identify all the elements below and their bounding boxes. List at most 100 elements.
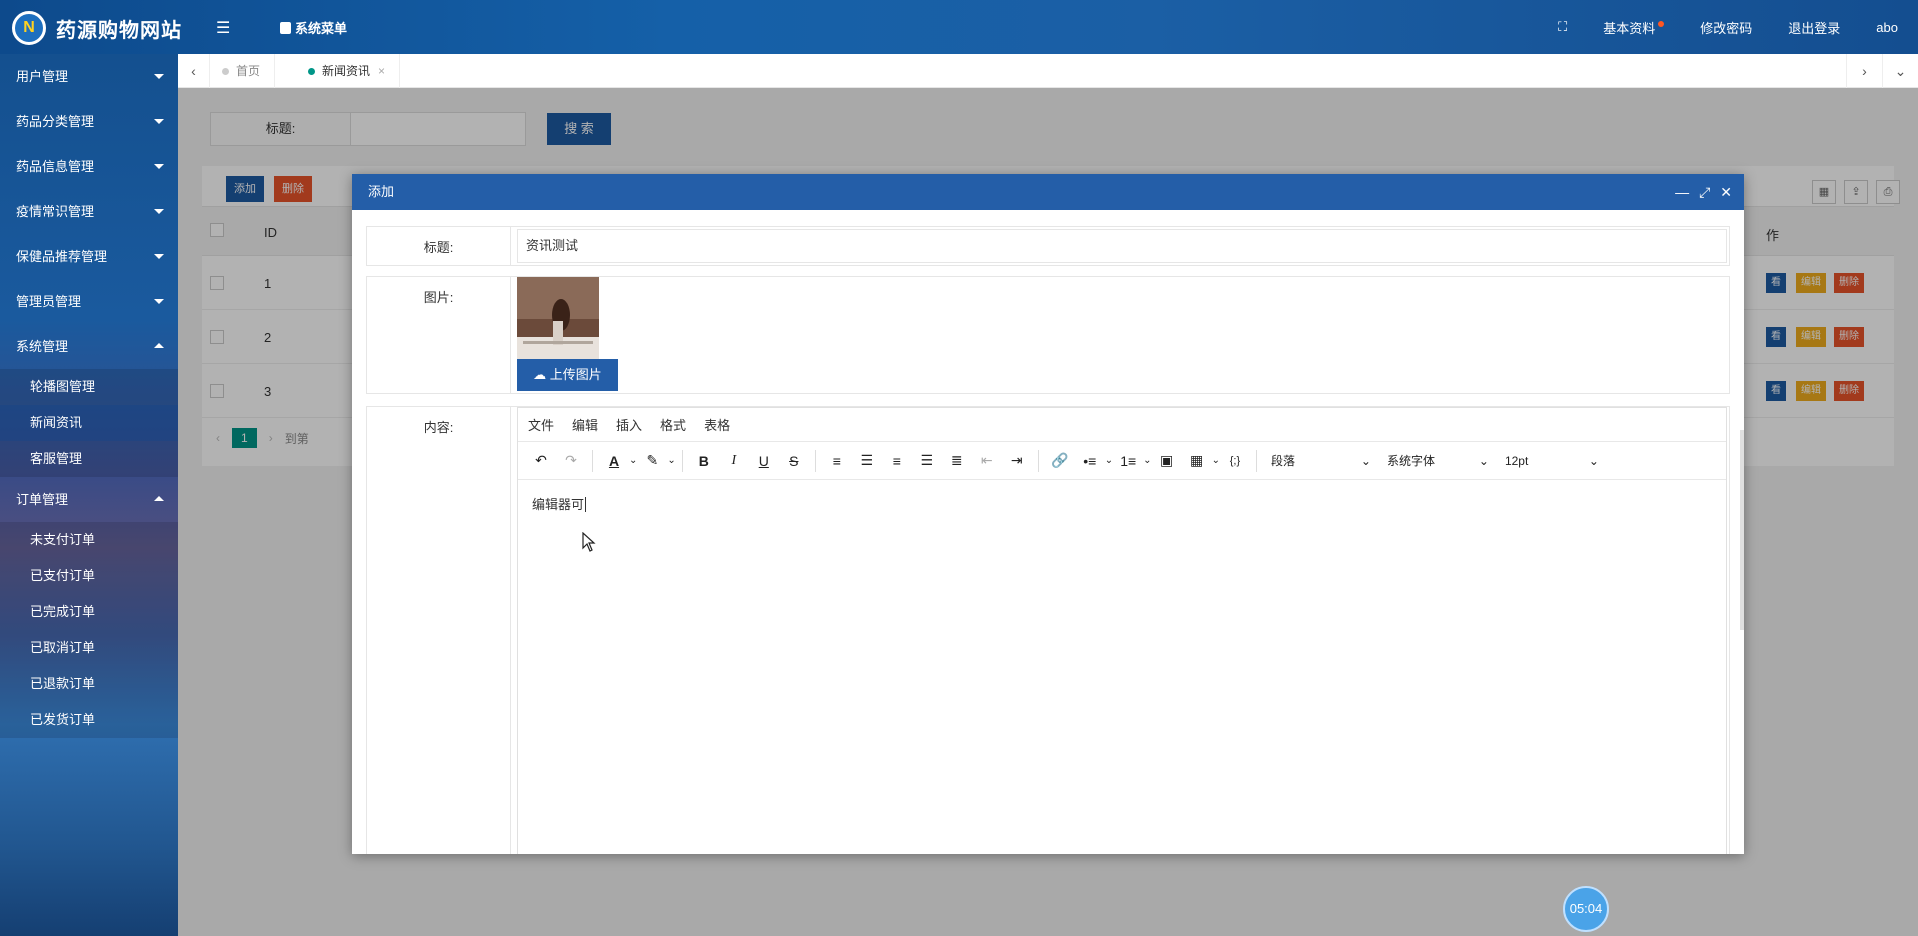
scrollbar[interactable] — [1740, 430, 1744, 630]
toolbar-divider — [681, 449, 683, 472]
font-size-value: 12pt — [1504, 453, 1529, 468]
tab-home[interactable]: 首页 — [210, 54, 276, 88]
content-label: 内容: — [367, 407, 511, 854]
underline-icon[interactable]: U — [749, 453, 779, 469]
link-icon[interactable]: 🔗 — [1045, 452, 1075, 469]
chevron-left-icon[interactable]: ‹ — [178, 54, 210, 88]
block-format-select[interactable]: 段落 ⌄ — [1263, 446, 1379, 476]
editor-menu-file[interactable]: 文件 — [528, 415, 554, 434]
sidebar-sub-completed[interactable]: 已完成订单 — [0, 594, 178, 630]
sidebar-item-health-products[interactable]: 保健品推荐管理 — [0, 234, 178, 279]
font-size-select[interactable]: 12pt ⌄ — [1497, 446, 1607, 476]
sidebar-sub-customer-service[interactable]: 客服管理 — [0, 441, 178, 477]
text-color-icon[interactable]: A — [599, 453, 629, 469]
sidebar-sub-refunded[interactable]: 已退款订单 — [0, 666, 178, 702]
bullet-list-icon[interactable]: •≡ — [1075, 453, 1105, 469]
chevron-down-icon[interactable]: ⌄ — [1882, 54, 1918, 88]
align-justify-icon[interactable]: ≣ — [942, 452, 972, 469]
chevron-right-icon[interactable]: › — [1846, 54, 1882, 88]
upload-image-button[interactable]: ☁ 上传图片 — [517, 359, 618, 391]
align-right-icon[interactable]: ☰ — [912, 452, 942, 469]
sidebar-sub-cancelled[interactable]: 已取消订单 — [0, 630, 178, 666]
toolbar-divider — [1037, 449, 1039, 472]
menu-toggle-icon[interactable]: ☰ — [216, 18, 230, 38]
chevron-down-icon[interactable]: ⌄ — [1212, 455, 1220, 466]
editor-content[interactable]: 编辑器可 — [518, 480, 1726, 527]
system-menu-button[interactable]: 系统菜单 — [280, 18, 347, 37]
sidebar-item-label: 保健品推荐管理 — [16, 249, 108, 264]
timer-badge[interactable]: 05:04 — [1563, 886, 1609, 932]
notification-dot — [1658, 20, 1665, 27]
editor-menu-format[interactable]: 格式 — [660, 415, 686, 434]
rich-text-editor: 文件 编辑 插入 格式 表格 ↶ ↷ A ⌄ ✎ ⌄ B I U S ≡ ☰ ≡… — [517, 407, 1727, 854]
caret-up-icon — [154, 496, 164, 501]
chevron-down-icon[interactable]: ⌄ — [629, 455, 637, 466]
header-right-menu: ⛶ 基本资料 修改密码 退出登录 abo — [1540, 0, 1918, 54]
chevron-down-icon: ⌄ — [1478, 453, 1489, 468]
image-icon[interactable]: ▣ — [1152, 452, 1182, 469]
caret-down-icon — [154, 74, 164, 79]
add-dialog: 添加 — ⤢ ✕ 标题: 资讯测试 图片: ☁ 上传图片 内容: 文件 编辑 插… — [352, 174, 1744, 854]
thumbnail-image — [517, 277, 599, 359]
bold-icon[interactable]: B — [689, 453, 719, 469]
dialog-title: 添加 — [368, 184, 395, 199]
caret-down-icon — [154, 119, 164, 124]
outdent-icon[interactable]: ⇤ — [972, 452, 1002, 469]
sidebar-item-admin-management[interactable]: 管理员管理 — [0, 279, 178, 324]
line-height-icon[interactable]: ≡ — [822, 453, 852, 469]
sidebar-item-drug-info[interactable]: 药品信息管理 — [0, 144, 178, 189]
username[interactable]: abo — [1858, 20, 1918, 35]
code-icon[interactable]: {;} — [1220, 455, 1250, 467]
table-icon[interactable]: ▦ — [1182, 452, 1212, 469]
numbered-list-icon[interactable]: 1≡ — [1113, 453, 1143, 469]
maximize-icon[interactable]: ⤢ — [1699, 174, 1710, 210]
logo: N 药源购物网站 — [12, 11, 182, 45]
sidebar-sub-carousel[interactable]: 轮播图管理 — [0, 369, 178, 405]
minimize-icon[interactable]: — — [1675, 174, 1689, 210]
align-left-icon[interactable]: ☰ — [852, 452, 882, 469]
basic-info-link[interactable]: 基本资料 — [1585, 18, 1682, 37]
change-password-link[interactable]: 修改密码 — [1682, 18, 1770, 37]
title-label: 标题: — [367, 227, 511, 265]
sidebar-item-drug-category[interactable]: 药品分类管理 — [0, 99, 178, 144]
close-icon[interactable]: ✕ — [1720, 174, 1732, 210]
editor-menu-edit[interactable]: 编辑 — [572, 415, 598, 434]
undo-icon[interactable]: ↶ — [526, 452, 556, 469]
italic-icon[interactable]: I — [719, 453, 749, 469]
sidebar: 用户管理 药品分类管理 药品信息管理 疫情常识管理 保健品推荐管理 管理员管理 … — [0, 54, 178, 936]
strikethrough-icon[interactable]: S — [779, 453, 809, 469]
block-format-value: 段落 — [1270, 454, 1295, 468]
font-family-select[interactable]: 系统字体 ⌄ — [1379, 446, 1497, 476]
chevron-down-icon[interactable]: ⌄ — [1105, 455, 1113, 466]
editor-menu-table[interactable]: 表格 — [704, 415, 730, 434]
toolbar-divider — [814, 449, 816, 472]
editor-menu-insert[interactable]: 插入 — [616, 415, 642, 434]
toolbar-divider — [592, 449, 593, 472]
text-caret — [585, 497, 587, 512]
redo-icon[interactable]: ↷ — [556, 452, 586, 469]
sidebar-sub-paid[interactable]: 已支付订单 — [0, 558, 178, 594]
title-input[interactable]: 资讯测试 — [517, 229, 1727, 263]
logout-link[interactable]: 退出登录 — [1770, 18, 1858, 37]
align-center-icon[interactable]: ≡ — [882, 453, 912, 469]
sidebar-sub-unpaid[interactable]: 未支付订单 — [0, 522, 178, 558]
highlight-color-icon[interactable]: ✎ — [637, 452, 667, 469]
sidebar-item-label: 药品信息管理 — [16, 159, 95, 174]
chevron-down-icon[interactable]: ⌄ — [1143, 455, 1151, 466]
image-row: 图片: ☁ 上传图片 — [366, 276, 1730, 394]
close-icon[interactable]: × — [378, 64, 385, 78]
caret-down-icon — [154, 209, 164, 214]
fullscreen-icon[interactable]: ⛶ — [1540, 19, 1585, 35]
sidebar-sub-news[interactable]: 新闻资讯 — [0, 405, 178, 441]
tab-label: 新闻资讯 — [322, 64, 371, 78]
chevron-down-icon[interactable]: ⌄ — [667, 455, 675, 466]
tab-news[interactable]: 新闻资讯 × — [296, 54, 401, 88]
caret-down-icon — [154, 164, 164, 169]
sidebar-sub-shipped[interactable]: 已发货订单 — [0, 702, 178, 738]
sidebar-item-system-management[interactable]: 系统管理 — [0, 324, 178, 369]
indent-icon[interactable]: ⇥ — [1002, 452, 1032, 469]
sidebar-item-order-management[interactable]: 订单管理 — [0, 477, 178, 522]
chevron-down-icon: ⌄ — [1588, 453, 1599, 468]
sidebar-item-epidemic-knowledge[interactable]: 疫情常识管理 — [0, 189, 178, 234]
sidebar-item-user-management[interactable]: 用户管理 — [0, 54, 178, 99]
